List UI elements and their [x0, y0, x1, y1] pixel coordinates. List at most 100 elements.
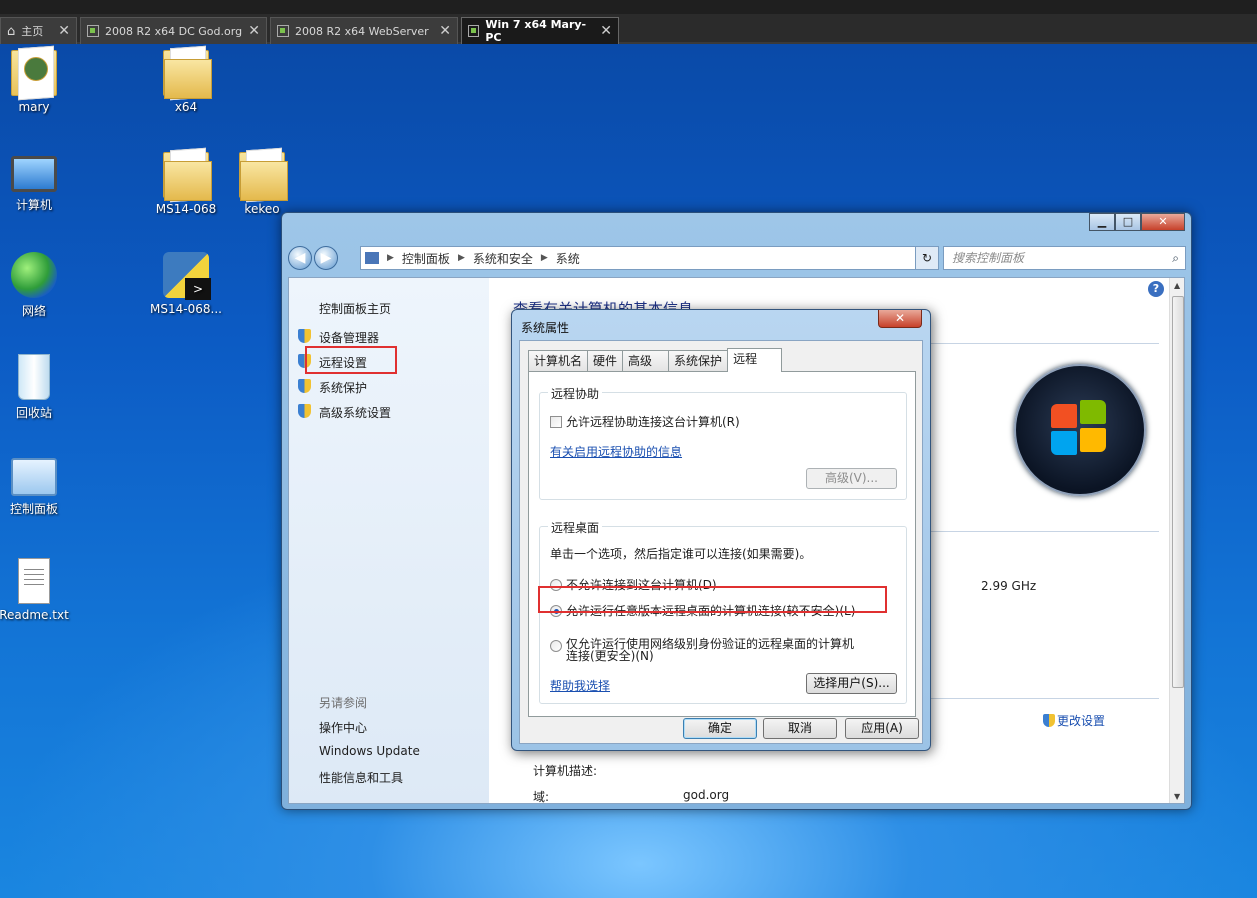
desktop-icon-label: MS14-068: [155, 202, 217, 216]
shield-icon: [298, 329, 311, 343]
address-bar[interactable]: ▶ 控制面板 ▶ 系统和安全 ▶ 系统 ▼: [360, 246, 936, 270]
allow-remote-assistance-checkbox[interactable]: [550, 415, 562, 428]
network-icon: [11, 252, 57, 298]
control-panel-icon: [11, 458, 57, 496]
remote-desktop-group: 远程桌面 单击一个选项，然后指定谁可以连接(如果需要)。 不允许连接到这台计算机…: [539, 519, 907, 704]
tab-system-protection[interactable]: 系统保护: [668, 350, 729, 371]
vm-toolbar-strip: [0, 0, 1257, 14]
desktop-icon-control-panel[interactable]: 控制面板: [0, 458, 72, 517]
maximize-button[interactable]: □: [1115, 213, 1141, 231]
sidebar-item-system-protection[interactable]: 系统保护: [319, 379, 367, 396]
close-tab-icon[interactable]: ✕: [58, 23, 70, 39]
help-icon[interactable]: ?: [1148, 281, 1164, 297]
chevron-right-icon: ▶: [457, 253, 465, 263]
close-tab-icon[interactable]: ✕: [248, 23, 260, 39]
sidebar-item-advanced-settings[interactable]: 高级系统设置: [319, 404, 391, 421]
advanced-button[interactable]: 高级(V)...: [806, 468, 897, 489]
help-me-choose-link[interactable]: 帮助我选择: [550, 677, 610, 694]
option-nla-only-row[interactable]: 仅允许运行使用网络级别身份验证的远程桌面的计算机连接(更安全)(N): [550, 638, 856, 662]
tab-label: 2008 R2 x64 DC God.org: [105, 24, 243, 38]
tab-2008-webserver[interactable]: 2008 R2 x64 WebServer ✕: [270, 17, 458, 44]
see-also-action-center[interactable]: 操作中心: [319, 719, 367, 736]
control-panel-small-icon: [365, 252, 379, 264]
remote-desktop-instruction: 单击一个选项，然后指定谁可以连接(如果需要)。: [550, 547, 812, 561]
desktop-icon-x64[interactable]: x64: [148, 50, 224, 114]
tab-hardware[interactable]: 硬件: [587, 350, 624, 371]
ok-button[interactable]: 确定: [683, 718, 757, 739]
folder-icon: [163, 152, 212, 201]
logo-segment-yellow: [1080, 428, 1106, 452]
highlight-box: [538, 586, 887, 613]
desktop-icon-recycle-bin[interactable]: 回收站: [0, 354, 72, 421]
tab-home[interactable]: ⌂ 主页 ✕: [0, 17, 77, 44]
shield-icon: [298, 404, 311, 418]
change-settings-link[interactable]: 更改设置: [1043, 712, 1105, 729]
tab-remote[interactable]: 远程: [727, 348, 783, 372]
minimize-button[interactable]: ▁: [1089, 213, 1115, 231]
desktop-icon-network[interactable]: 网络: [0, 252, 72, 319]
vm-tab-bar: ⌂ 主页 ✕ 2008 R2 x64 DC God.org ✕ 2008 R2 …: [0, 0, 1257, 44]
dialog-body: 计算机名 硬件 高级 系统保护 远程 远程协助 允许远程协助连接这台计算机(R)…: [519, 340, 923, 744]
desktop-icon-mary[interactable]: mary: [0, 50, 72, 114]
chevron-right-icon: ▶: [540, 253, 548, 263]
vertical-scrollbar[interactable]: ▲ ▼: [1169, 278, 1184, 803]
breadcrumb-system[interactable]: 系统: [556, 250, 580, 267]
windows-logo: [1014, 364, 1146, 496]
python-exe-icon: [163, 252, 211, 300]
recycle-bin-icon: [18, 354, 50, 400]
checkbox-label: 允许远程协助连接这台计算机(R): [566, 415, 740, 429]
apply-button[interactable]: 应用(A): [845, 718, 919, 739]
tab-win7-mary[interactable]: Win 7 x64 Mary-PC ✕: [461, 17, 619, 44]
navigation-bar: ◀ ▶ ▶ 控制面板 ▶ 系统和安全 ▶ 系统 ▼ ↻ 搜索控制面板 ⌕: [288, 243, 1186, 273]
desktop-icon-ms14-068-folder[interactable]: MS14-068: [148, 152, 224, 216]
scroll-down-icon[interactable]: ▼: [1174, 792, 1180, 801]
dialog-close-button[interactable]: ✕: [878, 310, 922, 328]
close-button[interactable]: ✕: [1141, 213, 1185, 231]
back-button[interactable]: ◀: [288, 246, 312, 270]
system-properties-dialog: 系统属性 ✕ 计算机名 硬件 高级 系统保护 远程 远程协助 允许远程协助连接这…: [511, 309, 931, 751]
cpu-speed: 2.99 GHz: [981, 579, 1037, 593]
search-icon[interactable]: ⌕: [1172, 247, 1179, 269]
computer-description-label: 计算机描述:: [533, 764, 598, 778]
search-input[interactable]: 搜索控制面板 ⌕: [943, 246, 1186, 270]
allow-remote-assistance-row[interactable]: 允许远程协助连接这台计算机(R): [550, 413, 740, 430]
sidebar-item-device-manager[interactable]: 设备管理器: [319, 329, 379, 346]
tab-label: 2008 R2 x64 WebServer: [295, 24, 429, 38]
close-tab-icon[interactable]: ✕: [600, 23, 612, 39]
tab-computer-name[interactable]: 计算机名: [528, 350, 589, 371]
cancel-button[interactable]: 取消: [763, 718, 837, 739]
tab-advanced[interactable]: 高级: [622, 350, 670, 371]
user-folder-icon: [11, 50, 57, 96]
desktop-icon-computer[interactable]: 计算机: [0, 152, 72, 213]
sidebar-home-link[interactable]: 控制面板主页: [319, 300, 391, 317]
breadcrumb-system-security[interactable]: 系统和安全: [473, 250, 533, 267]
logo-segment-blue: [1051, 431, 1077, 455]
folder-icon: [239, 152, 288, 201]
desktop-icon-label: 控制面板: [9, 502, 58, 516]
desktop-icon-label: Readme.txt: [0, 608, 69, 622]
radio-nla-only[interactable]: [550, 640, 562, 652]
see-also-performance-tools[interactable]: 性能信息和工具: [319, 769, 403, 786]
desktop-icon-readme[interactable]: Readme.txt: [0, 558, 72, 622]
dialog-tabs: 计算机名 硬件 高级 系统保护 远程: [528, 348, 783, 372]
forward-button[interactable]: ▶: [314, 246, 338, 270]
scroll-up-icon[interactable]: ▲: [1174, 281, 1180, 290]
tab-label: 主页: [21, 25, 44, 38]
remote-assistance-info-link[interactable]: 有关启用远程协助的信息: [550, 443, 682, 460]
desktop-icon-kekeo[interactable]: kekeo: [224, 152, 300, 216]
see-also-windows-update[interactable]: Windows Update: [319, 744, 420, 758]
folder-icon: [163, 50, 212, 99]
desktop-icon-ms14-068-exe[interactable]: MS14-068...: [148, 252, 224, 316]
tab-label: Win 7 x64 Mary-PC: [485, 18, 587, 44]
vm-icon: [277, 25, 289, 37]
desktop-icon-label: x64: [174, 100, 198, 114]
refresh-button[interactable]: ↻: [915, 246, 939, 270]
desktop-icon-label: mary: [18, 100, 50, 114]
select-users-button[interactable]: 选择用户(S)...: [806, 673, 897, 694]
close-tab-icon[interactable]: ✕: [439, 23, 451, 39]
scrollbar-thumb[interactable]: [1172, 296, 1184, 688]
breadcrumb-control-panel[interactable]: 控制面板: [402, 250, 450, 267]
logo-segment-red: [1051, 404, 1077, 428]
tab-2008-dc[interactable]: 2008 R2 x64 DC God.org ✕: [80, 17, 267, 44]
radio-label: 仅允许运行使用网络级别身份验证的远程桌面的计算机连接(更安全)(N): [566, 637, 855, 663]
